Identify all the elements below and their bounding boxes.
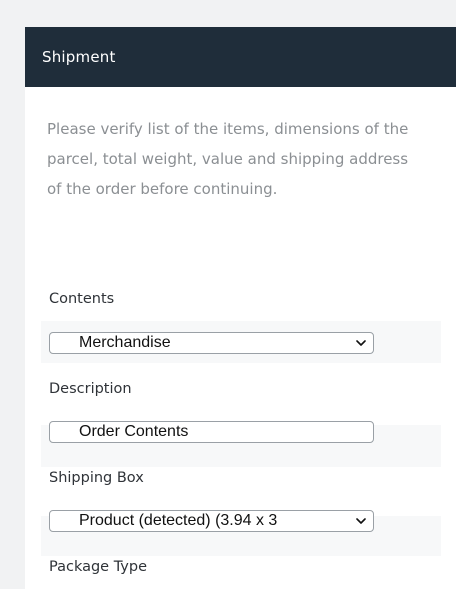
contents-label: Contents bbox=[49, 291, 115, 307]
chevron-down-icon bbox=[356, 518, 366, 524]
shipment-instructions: Please verify list of the items, dimensi… bbox=[47, 120, 409, 198]
panel-header: Shipment bbox=[25, 27, 456, 87]
shipping-box-select[interactable]: Product (detected) (3.94 x 3 bbox=[49, 510, 374, 532]
package-type-label: Package Type bbox=[49, 559, 148, 575]
description-label: Description bbox=[49, 381, 132, 397]
chevron-down-icon bbox=[356, 340, 366, 346]
shipping-box-selected-value: Product (detected) (3.94 x 3 bbox=[79, 512, 278, 529]
shipping-box-label: Shipping Box bbox=[49, 470, 144, 486]
shipment-panel: Shipment Please verify list of the items… bbox=[25, 27, 456, 589]
contents-selected-value: Merchandise bbox=[79, 334, 171, 351]
description-input[interactable]: Order Contents bbox=[49, 421, 374, 443]
description-input-value: Order Contents bbox=[79, 423, 189, 440]
contents-select[interactable]: Merchandise bbox=[49, 332, 374, 354]
panel-title: Shipment bbox=[42, 48, 116, 66]
